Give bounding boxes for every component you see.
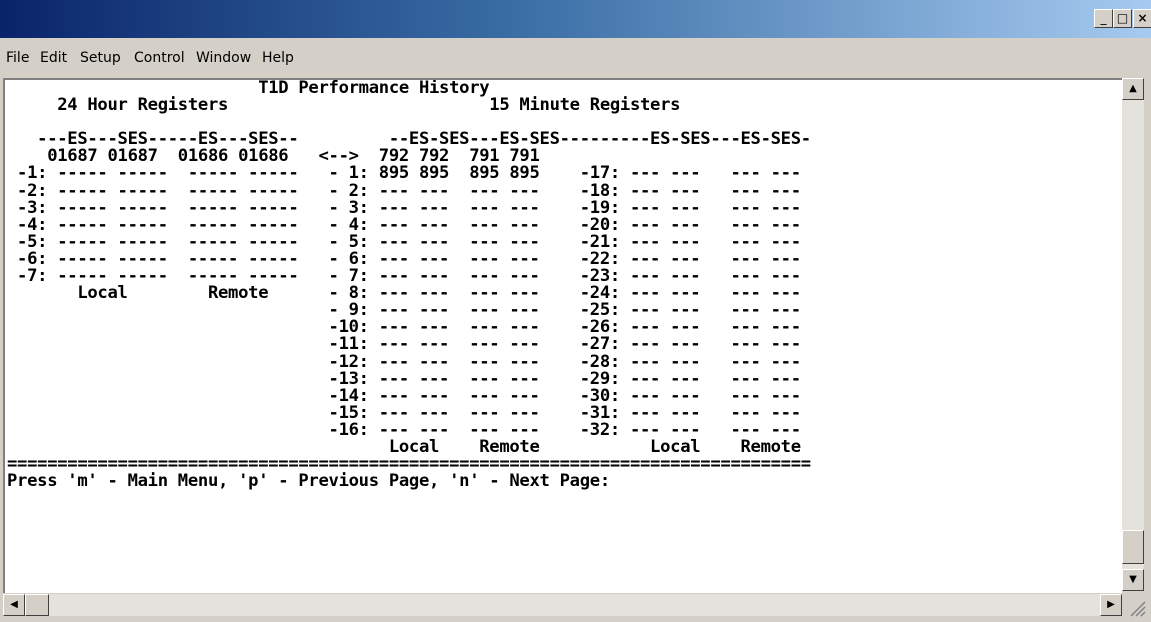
terminal-line: -11: --- --- --- --- -27: --- --- --- --… xyxy=(7,334,802,355)
terminal-line: Press 'm' - Main Menu, 'p' - Previous Pa… xyxy=(7,471,610,492)
menu-file[interactable]: File xyxy=(6,50,29,66)
menu-edit[interactable]: Edit xyxy=(40,50,67,66)
maximize-button[interactable]: □ xyxy=(1113,9,1132,28)
scroll-left-icon[interactable]: ◀ xyxy=(3,594,25,616)
menu-help[interactable]: Help xyxy=(262,50,294,66)
resize-grip-icon[interactable] xyxy=(1125,596,1147,618)
menu-control[interactable]: Control xyxy=(134,50,185,66)
menu-window[interactable]: Window xyxy=(196,50,251,66)
scroll-down-icon[interactable]: ▼ xyxy=(1122,569,1144,591)
minimize-button[interactable]: _ xyxy=(1094,9,1113,28)
scroll-up-icon[interactable]: ▲ xyxy=(1122,78,1144,100)
title-bar[interactable]: _ □ × xyxy=(0,0,1151,38)
vertical-scrollbar[interactable]: ▲ ▼ xyxy=(1122,78,1144,591)
terminal-text: T1D Performance History 24 Hour Register… xyxy=(7,80,811,490)
horizontal-scrollbar[interactable]: ◀ ▶ xyxy=(3,594,1122,616)
horizontal-scroll-thumb[interactable] xyxy=(25,594,49,616)
terminal-line: -1: ----- ----- ----- ----- - 1: 895 895… xyxy=(7,163,801,184)
terminal-screen[interactable]: T1D Performance History 24 Hour Register… xyxy=(3,78,1122,593)
vertical-scroll-thumb[interactable] xyxy=(1122,530,1144,564)
terminal-window: _ □ × File Edit Setup Control Window Hel… xyxy=(0,0,1151,622)
close-button[interactable]: × xyxy=(1133,9,1151,28)
menu-setup[interactable]: Setup xyxy=(80,50,121,66)
terminal-line: 24 Hour Registers 15 Minute Registers xyxy=(7,95,681,116)
scroll-right-icon[interactable]: ▶ xyxy=(1100,594,1122,616)
menu-bar: File Edit Setup Control Window Help xyxy=(0,42,1151,72)
